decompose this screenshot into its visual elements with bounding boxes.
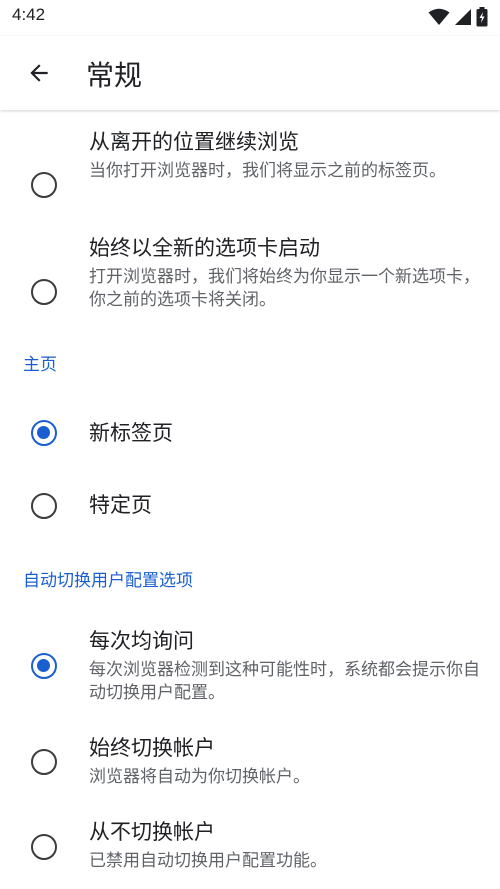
option-always-switch-account[interactable]: 始终切换帐户 浏览器将自动为你切换帐户。 xyxy=(0,734,500,794)
radio-button-checked[interactable] xyxy=(31,653,57,679)
option-title: 始终以全新的选项卡启动 xyxy=(89,236,320,260)
option-description: 每次浏览器检测到这种可能性时，系统都会提示你自动切换用户配置。 xyxy=(89,660,480,703)
battery-charging-icon xyxy=(476,7,488,27)
section-header-auto-profile-switch: 自动切换用户配置选项 xyxy=(23,571,193,591)
app-bar: 常规 xyxy=(0,36,500,110)
option-description: 已禁用自动切换用户配置功能。 xyxy=(89,851,327,871)
option-title: 新标签页 xyxy=(89,421,173,445)
option-title: 始终切换帐户 xyxy=(89,736,215,760)
option-never-switch-account[interactable]: 从不切换帐户 已禁用自动切换用户配置功能。 xyxy=(0,818,500,878)
status-icons xyxy=(428,6,488,28)
option-always-new-tab[interactable]: 始终以全新的选项卡启动 打开浏览器时，我们将始终为你显示一个新选项卡，你之前的选… xyxy=(0,234,500,322)
radio-button[interactable] xyxy=(31,834,57,860)
status-bar: 4:42 xyxy=(0,0,500,36)
arrow-back-icon xyxy=(30,64,48,82)
radio-button[interactable] xyxy=(31,279,57,305)
radio-button[interactable] xyxy=(31,172,57,198)
radio-button[interactable] xyxy=(31,749,57,775)
radio-button[interactable] xyxy=(31,493,57,519)
option-title: 从不切换帐户 xyxy=(89,820,215,844)
radio-button-checked[interactable] xyxy=(31,420,57,446)
back-button[interactable] xyxy=(18,52,60,94)
cellular-signal-icon xyxy=(455,9,471,25)
wifi-icon xyxy=(428,8,450,25)
option-title: 从离开的位置继续浏览 xyxy=(89,130,299,154)
option-new-tab-page[interactable]: 新标签页 xyxy=(0,416,500,452)
option-specific-page[interactable]: 特定页 xyxy=(0,488,500,524)
option-description: 打开浏览器时，我们将始终为你显示一个新选项卡，你之前的选项卡将关闭。 xyxy=(89,267,480,310)
option-continue-where-left-off[interactable]: 从离开的位置继续浏览 当你打开浏览器时，我们将显示之前的标签页。 xyxy=(0,128,500,216)
section-header-homepage: 主页 xyxy=(23,355,57,375)
option-title: 特定页 xyxy=(89,493,152,517)
page-title: 常规 xyxy=(86,59,143,92)
option-description: 浏览器将自动为你切换帐户。 xyxy=(89,767,310,787)
option-always-ask[interactable]: 每次均询问 每次浏览器检测到这种可能性时，系统都会提示你自动切换用户配置。 xyxy=(0,627,500,715)
status-time: 4:42 xyxy=(12,5,46,24)
option-description: 当你打开浏览器时，我们将显示之前的标签页。 xyxy=(89,161,446,181)
option-title: 每次均询问 xyxy=(89,629,194,653)
